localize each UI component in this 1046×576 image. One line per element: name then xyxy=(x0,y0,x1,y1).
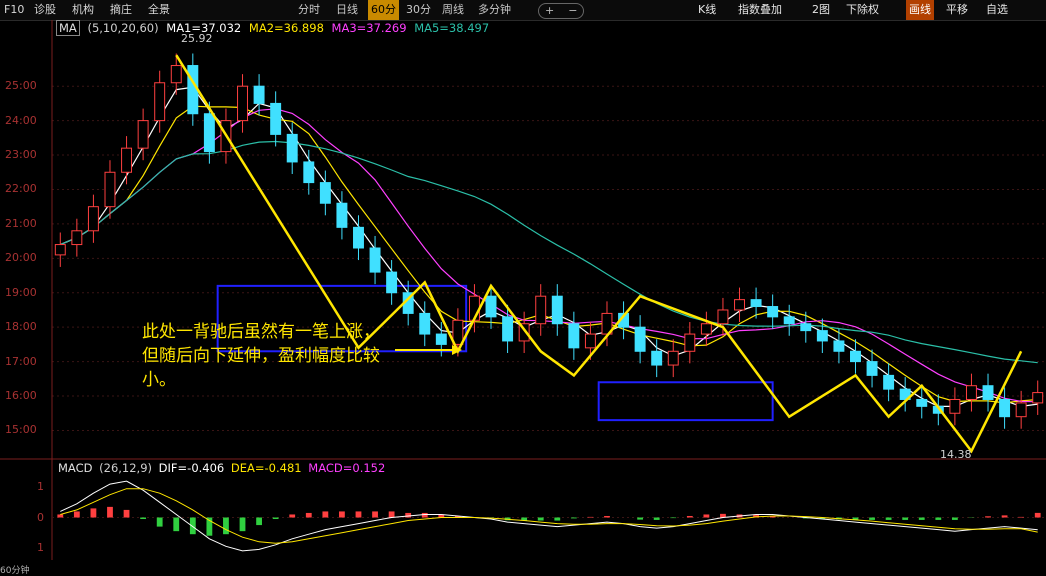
candle-body xyxy=(833,340,845,352)
candle-body xyxy=(816,330,828,342)
candle-body xyxy=(104,171,116,208)
price-tick-label: 22:00 xyxy=(5,182,37,196)
dif-value: DIF=-0.406 xyxy=(158,461,225,475)
macd-tick-label: 1 xyxy=(37,540,44,554)
candle-body xyxy=(783,316,795,325)
candle-body xyxy=(667,350,679,366)
low-price-label: 14.38 xyxy=(940,448,972,461)
candle-body xyxy=(684,333,696,352)
candle-body xyxy=(170,65,182,84)
candle-body xyxy=(419,312,431,335)
candle-body xyxy=(121,147,133,173)
candle-body xyxy=(237,85,248,122)
price-tick-label: 25:00 xyxy=(5,79,37,93)
price-tick-label: 23:00 xyxy=(5,148,37,162)
chart[interactable] xyxy=(0,0,1046,575)
candle-body xyxy=(303,161,315,184)
macd-legend: MACD (26,12,9) DIF=-0.406 DEA=-0.481 MAC… xyxy=(58,461,388,475)
candle-body xyxy=(717,309,729,325)
price-tick-label: 21:00 xyxy=(5,216,37,230)
candle-body xyxy=(137,120,149,149)
price-tick-label: 16:00 xyxy=(5,389,37,403)
period-label: 60分钟 xyxy=(0,566,30,576)
candle-body xyxy=(54,244,66,256)
candle-body xyxy=(386,271,398,294)
candle-body xyxy=(982,385,994,400)
candle-body xyxy=(700,323,712,335)
candle-body xyxy=(87,206,99,232)
candle-body xyxy=(1015,402,1027,418)
candle-body xyxy=(452,319,464,345)
candle-body xyxy=(551,295,563,325)
macd-indicator-name[interactable]: MACD xyxy=(58,461,92,475)
macd-tick-label: 1 xyxy=(37,480,44,494)
high-price-label: 25.92 xyxy=(181,32,213,45)
candle-body xyxy=(965,385,977,400)
candle-body xyxy=(767,306,779,318)
candle-body xyxy=(485,295,497,318)
candle-body xyxy=(734,299,745,311)
consolidation-box xyxy=(597,381,774,422)
dea-value: DEA=-0.481 xyxy=(230,461,302,475)
price-tick-label: 17:00 xyxy=(5,354,37,368)
candle-body xyxy=(999,398,1011,418)
candle-body xyxy=(353,226,364,249)
candle-body xyxy=(883,374,895,390)
candle-body xyxy=(154,82,166,122)
price-tick-label: 15:00 xyxy=(5,423,37,437)
candle-body xyxy=(850,350,861,363)
candle-body xyxy=(286,133,298,163)
price-grid xyxy=(51,20,1046,560)
candle-body xyxy=(916,398,928,407)
candle-body xyxy=(435,333,447,345)
annotation-text: 此处一背驰后虽然有一笔上涨，但随后向下延伸，盈利幅度比较小。 xyxy=(142,322,380,390)
candle-body xyxy=(651,350,663,366)
price-tick-label: 19:00 xyxy=(5,285,37,299)
macd-tick-label: 0 xyxy=(37,510,44,524)
candle-body xyxy=(535,295,547,325)
candle-body xyxy=(369,247,381,273)
candle-body xyxy=(71,230,83,246)
candle-body xyxy=(634,326,646,352)
annotation-arrow xyxy=(395,345,462,355)
candle-body xyxy=(750,299,762,308)
macd-pane xyxy=(52,480,1046,552)
candle-body xyxy=(270,102,282,135)
price-tick-label: 24:00 xyxy=(5,113,37,127)
candle-body xyxy=(253,85,265,104)
candle-body xyxy=(800,323,812,332)
price-tick-label: 20:00 xyxy=(5,251,37,265)
candle-body xyxy=(949,398,961,414)
dif-line xyxy=(60,480,1038,552)
candle-body xyxy=(1032,392,1044,404)
macd-value: MACD=0.152 xyxy=(308,461,386,475)
candle-body xyxy=(336,202,348,228)
macd-params: (26,12,9) xyxy=(99,461,153,475)
candle-body xyxy=(502,316,514,342)
candle-body xyxy=(584,333,596,349)
candle-body xyxy=(319,182,331,204)
candle-body xyxy=(203,113,215,153)
candle-body xyxy=(866,361,878,376)
candle-body xyxy=(568,323,580,349)
price-tick-label: 18:00 xyxy=(5,320,37,334)
